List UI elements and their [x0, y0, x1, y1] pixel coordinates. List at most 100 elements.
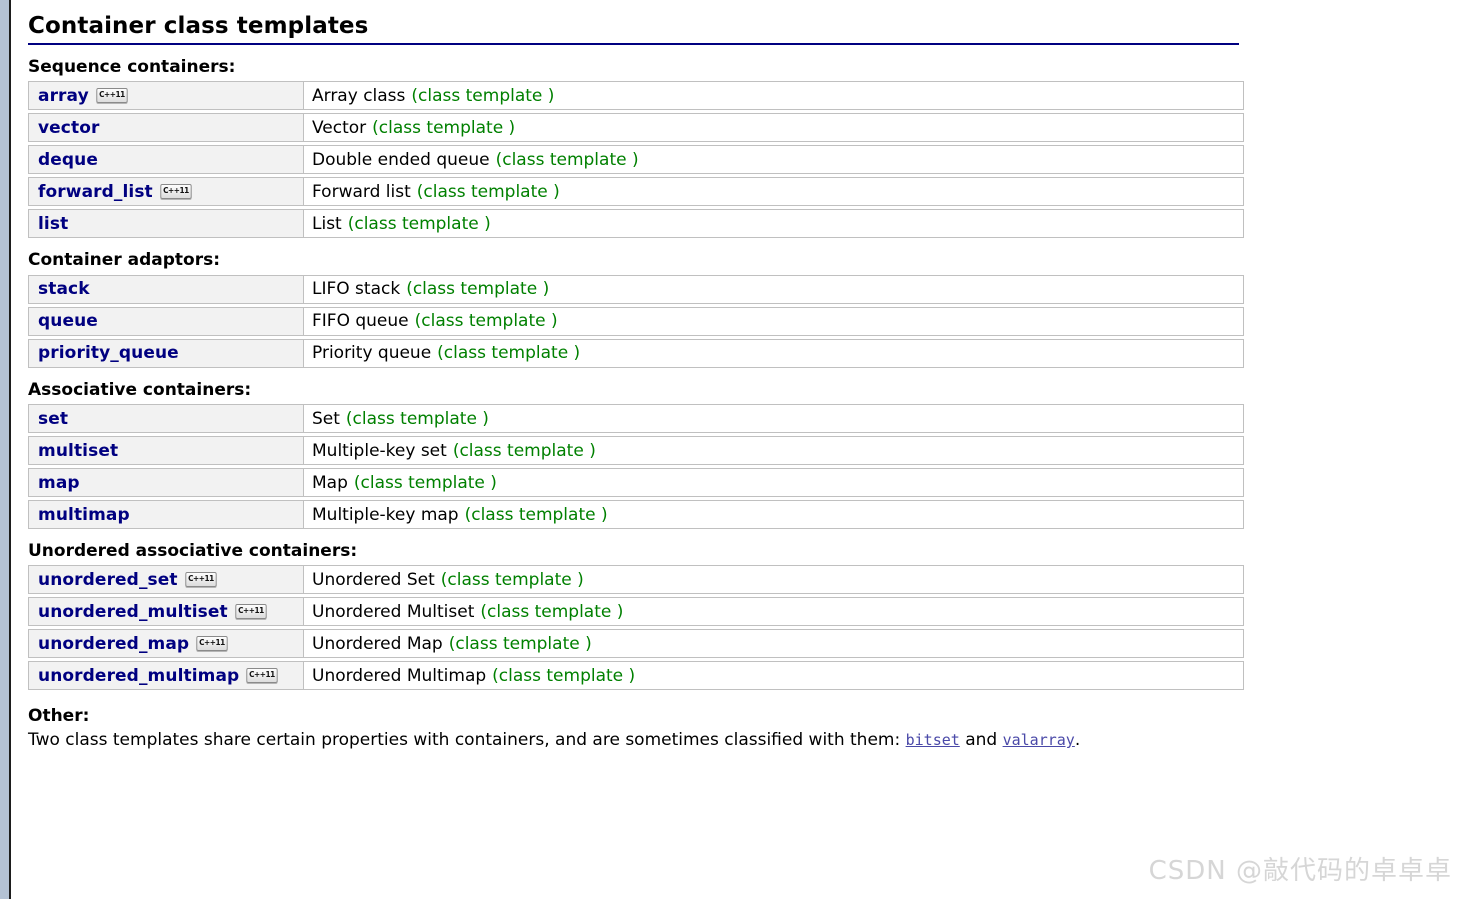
- table-row: unordered_set C++11 Unordered Set (class te…: [28, 565, 1244, 595]
- container-description-text: Unordered Multiset: [312, 601, 475, 622]
- container-description-text: Map: [312, 472, 348, 493]
- other-text-after: .: [1074, 730, 1081, 751]
- section-heading-colon: :: [213, 250, 221, 271]
- class-template-note: (class template ): [464, 504, 608, 525]
- container-name-link[interactable]: priority_queue: [38, 343, 179, 363]
- container-description-cell: LIFO stack (class template ): [304, 276, 1243, 303]
- bitset-link[interactable]: bitset: [906, 731, 960, 749]
- container-name-cell: priority_queue: [29, 339, 304, 367]
- class-template-note: (class template ): [495, 149, 639, 170]
- container-name-link[interactable]: unordered_map: [38, 634, 189, 654]
- container-table: array C++11 Array class (class template ) ve…: [28, 81, 1244, 239]
- container-name-link[interactable]: set: [38, 409, 68, 429]
- container-description-text: Vector: [312, 117, 367, 138]
- csdn-watermark: CSDN @敲代码的卓卓卓: [1148, 856, 1452, 886]
- container-name-link[interactable]: list: [38, 214, 68, 234]
- table-row: unordered_multiset C++11 Unordered Multise…: [28, 597, 1244, 627]
- container-name-cell: unordered_set C++11: [29, 566, 304, 594]
- document-page: Container class templates Sequence conta…: [11, 0, 1468, 899]
- container-description-text: Multiple-key set: [312, 440, 447, 461]
- container-table: unordered_set C++11 Unordered Set (class te…: [28, 565, 1244, 691]
- container-description-cell: Set (class template ): [304, 405, 1243, 432]
- section-heading-colon: :: [350, 541, 358, 561]
- table-row: list List (class template ): [28, 209, 1244, 239]
- container-description-cell: Multiple-key set (class template ): [304, 437, 1243, 464]
- table-row: set Set (class template ): [28, 404, 1244, 433]
- container-table: set Set (class template ) multiset Multiple-…: [28, 404, 1244, 529]
- section-heading-text: Associative containers: [28, 379, 245, 400]
- class-template-note: (class template ): [492, 665, 636, 686]
- class-template-note: (class template ): [345, 408, 489, 429]
- document-content: Container class templates Sequence conta…: [11, 0, 1468, 754]
- section-heading: Container adaptors:: [28, 250, 1468, 270]
- other-section: Other: Two class templates share certain…: [28, 706, 1239, 753]
- container-description-cell: List (class template ): [304, 210, 1243, 237]
- container-description-text: Array class: [312, 85, 406, 106]
- other-text-before: Two class templates share certain proper…: [28, 730, 906, 751]
- container-name-cell: array C++11: [29, 82, 304, 110]
- container-name-link[interactable]: unordered_set: [38, 570, 178, 590]
- cpp11-badge-icon: C++11: [184, 572, 217, 588]
- section-heading-text: Container adaptors: [28, 250, 214, 271]
- container-name-link[interactable]: vector: [38, 118, 99, 138]
- container-description-cell: Double ended queue (class template ): [304, 146, 1243, 173]
- container-name-link[interactable]: queue: [38, 311, 98, 331]
- class-template-note: (class template ): [411, 85, 555, 106]
- sections-container: Sequence containers: array C++11 Array clas…: [28, 57, 1468, 691]
- table-row: deque Double ended queue (class template ): [28, 145, 1244, 175]
- table-row: array C++11 Array class (class template ): [28, 81, 1244, 111]
- table-row: forward_list C++11 Forward list (class temp…: [28, 177, 1244, 207]
- class-template-note: (class template ): [414, 311, 558, 332]
- container-name-cell: multiset: [29, 437, 304, 464]
- cpp11-badge-icon: C++11: [196, 636, 228, 652]
- table-row: unordered_multimap C++11 Unordered Multima…: [28, 661, 1244, 691]
- section-heading: Unordered associative containers:: [28, 541, 1468, 561]
- container-name-cell: deque: [29, 146, 304, 174]
- container-description-text: Priority queue: [312, 343, 432, 364]
- section-heading: Associative containers:: [28, 380, 1468, 400]
- table-row: multiset Multiple-key set (class template …: [28, 436, 1244, 465]
- container-name-link[interactable]: stack: [38, 279, 90, 299]
- cpp11-badge-icon: C++11: [235, 604, 267, 620]
- container-name-link[interactable]: unordered_multimap: [38, 666, 239, 686]
- container-table: stack LIFO stack (class template ) queue FIF…: [28, 274, 1244, 368]
- container-name-link[interactable]: forward_list: [38, 182, 153, 202]
- valarray-link[interactable]: valarray: [1003, 731, 1075, 749]
- cpp11-badge-icon: C++11: [96, 88, 128, 104]
- container-description-text: Unordered Map: [312, 633, 443, 654]
- container-description-cell: Forward list (class template ): [304, 178, 1243, 205]
- cpp11-badge-icon: C++11: [246, 668, 278, 684]
- class-template-note: (class template ): [437, 343, 581, 364]
- container-name-link[interactable]: map: [38, 473, 80, 493]
- container-description-cell: Vector (class template ): [304, 114, 1243, 141]
- container-name-cell: map: [29, 469, 304, 496]
- container-description-text: FIFO queue: [312, 311, 409, 332]
- container-description-text: LIFO stack: [312, 279, 401, 300]
- container-name-cell: stack: [29, 275, 304, 303]
- container-description-cell: Unordered Multimap (class template ): [304, 662, 1243, 689]
- container-description-cell: FIFO queue (class template ): [304, 308, 1243, 335]
- container-name-link[interactable]: unordered_multiset: [38, 602, 228, 622]
- page-gutter-strip: [0, 0, 9, 899]
- class-template-note: (class template ): [353, 472, 497, 493]
- container-description-text: Multiple-key map: [312, 504, 459, 525]
- other-heading-colon: :: [82, 706, 90, 727]
- container-name-link[interactable]: array: [38, 86, 89, 106]
- container-description-cell: Unordered Map (class template ): [304, 630, 1243, 657]
- section-heading: Sequence containers:: [28, 57, 1468, 77]
- container-name-cell: forward_list C++11: [29, 178, 304, 206]
- container-name-link[interactable]: multiset: [38, 441, 118, 461]
- container-name-cell: list: [29, 210, 304, 238]
- container-description-text: List: [312, 213, 342, 234]
- section-heading-colon: :: [228, 56, 236, 77]
- section-heading-text: Unordered associative containers: [28, 541, 351, 561]
- container-name-cell: multimap: [29, 501, 304, 528]
- container-name-link[interactable]: deque: [38, 150, 98, 170]
- container-name-cell: unordered_multimap C++11: [29, 662, 304, 690]
- container-name-cell: unordered_multiset C++11: [29, 598, 304, 626]
- container-name-link[interactable]: multimap: [38, 505, 130, 525]
- container-description-cell: Unordered Multiset (class template ): [304, 598, 1243, 625]
- table-row: multimap Multiple-key map (class template …: [28, 500, 1244, 529]
- class-template-note: (class template ): [347, 213, 491, 234]
- other-section-heading: Other:: [28, 706, 1239, 726]
